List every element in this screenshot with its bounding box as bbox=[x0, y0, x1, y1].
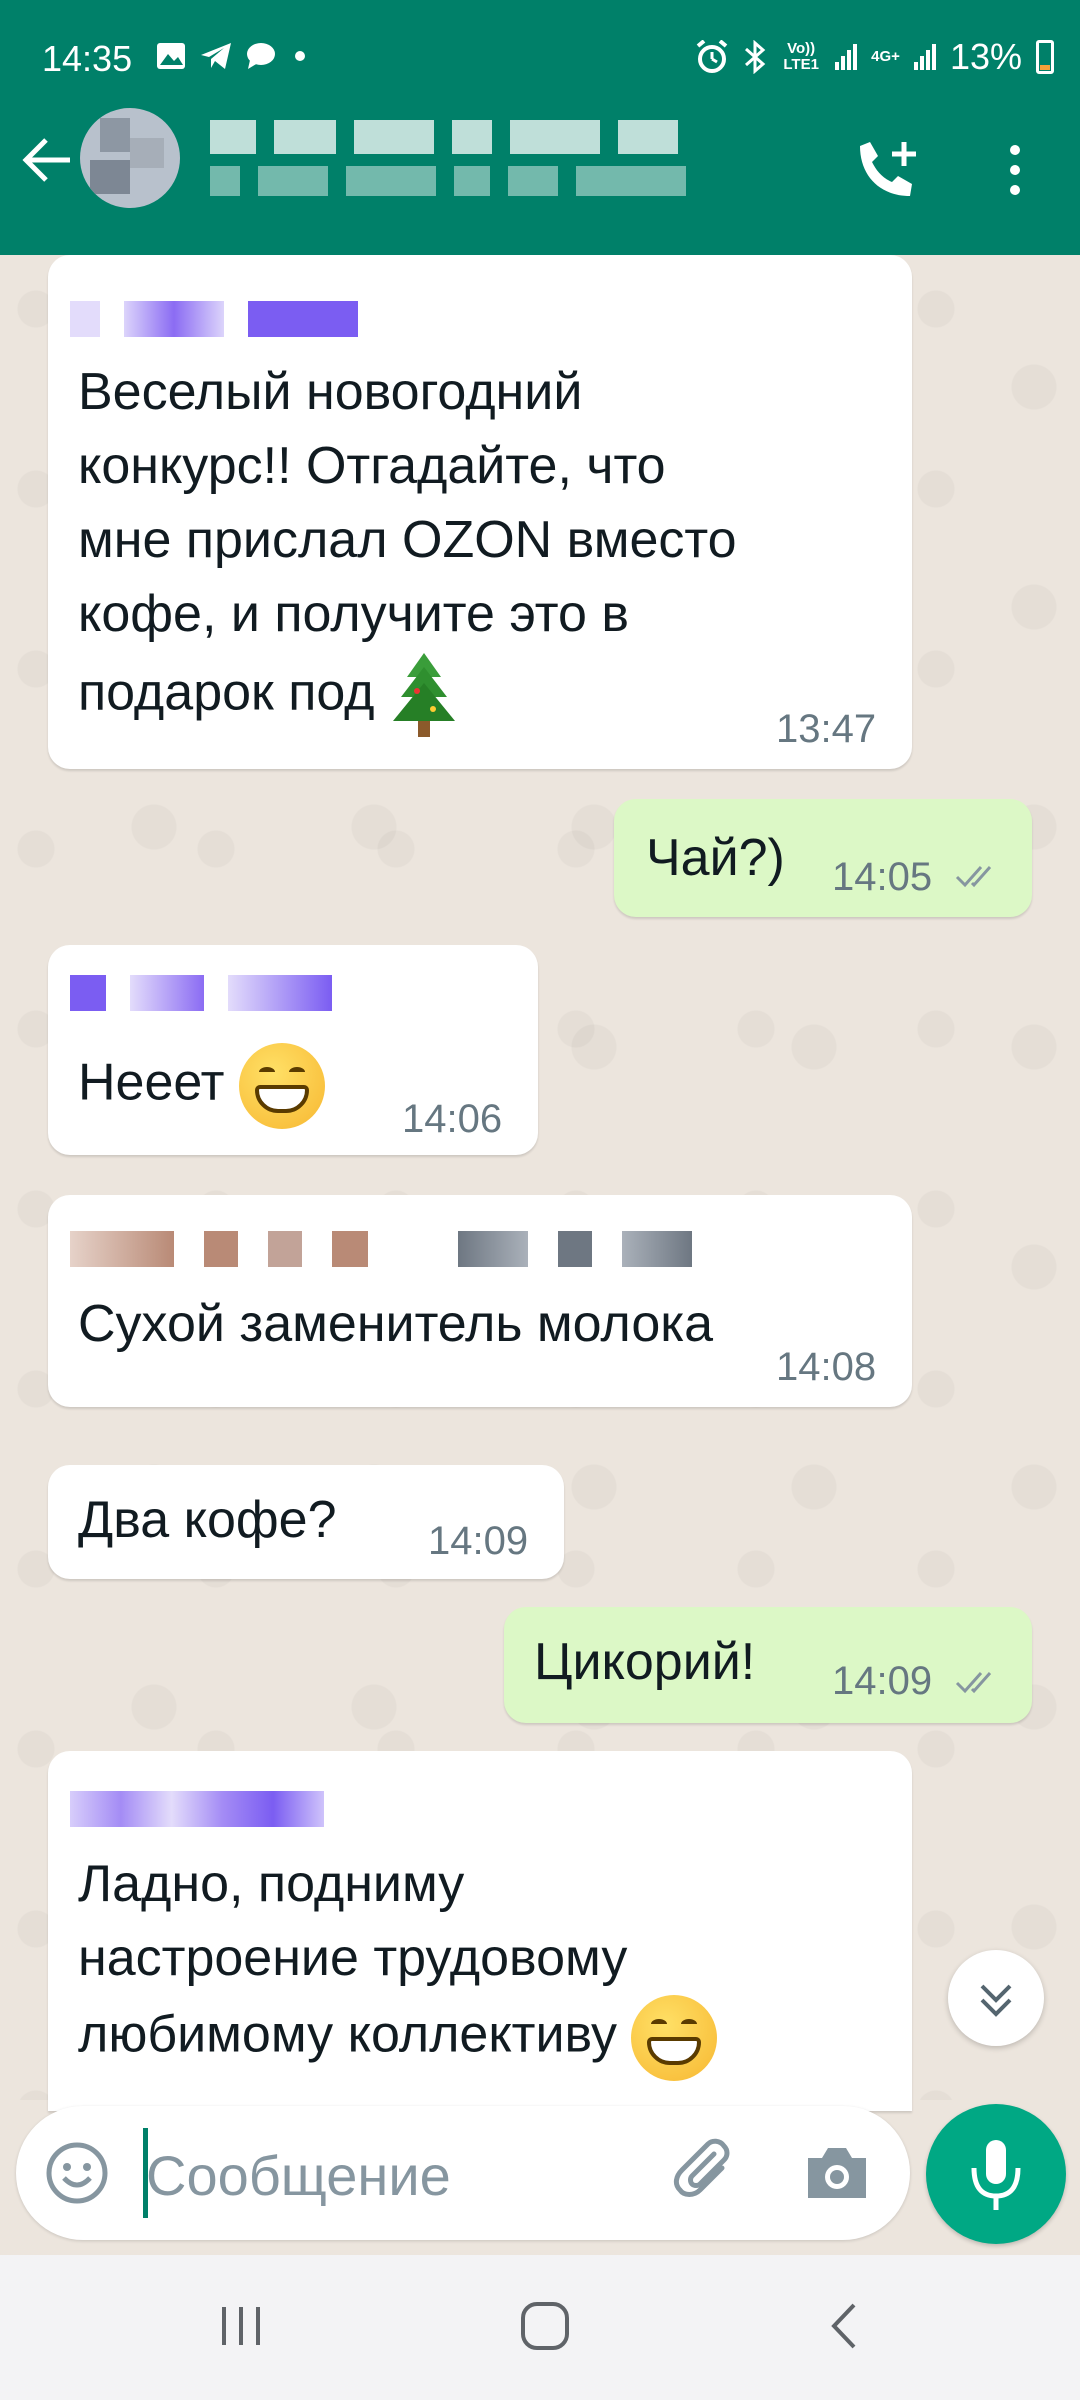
message-time: 14:08 bbox=[776, 1345, 877, 1389]
sender-name-blurred bbox=[70, 1231, 692, 1267]
message-input[interactable] bbox=[146, 2135, 646, 2215]
message-bubble-outgoing[interactable]: Цикорий! 14:09 bbox=[504, 1607, 1032, 1723]
notification-icons bbox=[156, 42, 310, 70]
message-time: 14:09 bbox=[428, 1519, 529, 1563]
message-time: 14:06 bbox=[402, 1097, 503, 1141]
message-time: 14:09 bbox=[832, 1659, 933, 1703]
home-icon[interactable] bbox=[518, 2299, 572, 2353]
message-bubble-incoming[interactable]: Нееет 14:06 bbox=[48, 945, 538, 1155]
message-text: Нееет bbox=[78, 1043, 325, 1129]
network-label-1: Vo)) LTE1 bbox=[783, 40, 819, 73]
christmas-tree-icon bbox=[392, 653, 455, 737]
read-receipt-icon bbox=[955, 1672, 992, 1694]
network-label-2: 4G+ bbox=[871, 48, 900, 65]
message-bubble-incoming[interactable]: Ладно, подниму настроение трудовому люби… bbox=[48, 1751, 912, 2111]
message-text: Чай?) bbox=[646, 829, 785, 887]
bluetooth-icon bbox=[745, 40, 766, 74]
contact-name-blurred bbox=[210, 120, 770, 154]
grinning-face-icon bbox=[631, 1995, 718, 2081]
status-bar: 14:35 Vo)) LTE1 4G+ 13% bbox=[0, 0, 1080, 125]
message-bubble-outgoing[interactable]: Чай?) 14:05 bbox=[614, 799, 1032, 917]
message-bubble-incoming[interactable]: Веселый новогодний конкурс!! Отгадайте, … bbox=[48, 255, 912, 769]
mic-icon bbox=[971, 2140, 1021, 2210]
gallery-icon bbox=[157, 43, 185, 69]
message-time: 14:05 bbox=[832, 855, 933, 899]
contact-avatar[interactable] bbox=[80, 108, 180, 208]
system-icons: Vo)) LTE1 4G+ 13% bbox=[695, 36, 1054, 78]
double-chevron-down-icon bbox=[980, 1984, 1012, 2017]
message-text: Ладно, подниму настроение трудовому люби… bbox=[78, 1847, 898, 2081]
battery-percent: 13% bbox=[949, 36, 1022, 77]
message-text: Веселый новогодний конкурс!! Отгадайте, … bbox=[78, 355, 878, 741]
read-receipt-icon bbox=[955, 866, 992, 888]
message-time: 13:47 bbox=[776, 707, 877, 751]
chat-bubble-icon bbox=[247, 43, 275, 69]
sender-name-blurred bbox=[70, 1791, 324, 1827]
dot-icon bbox=[295, 51, 305, 61]
message-bubble-incoming[interactable]: Два кофе? 14:09 bbox=[48, 1465, 564, 1579]
sender-name-blurred bbox=[70, 301, 358, 337]
emoji-icon[interactable] bbox=[44, 2140, 110, 2206]
status-time: 14:35 bbox=[42, 38, 133, 79]
message-text: Два кофе? bbox=[78, 1491, 337, 1549]
contact-title[interactable] bbox=[210, 120, 770, 230]
signal-icon bbox=[835, 44, 858, 70]
system-navigation-bar bbox=[0, 2255, 1080, 2400]
back-icon[interactable] bbox=[824, 2301, 864, 2351]
telegram-icon bbox=[201, 43, 231, 69]
message-text: Цикорий! bbox=[534, 1633, 756, 1691]
attach-icon[interactable] bbox=[672, 2138, 742, 2208]
scroll-to-bottom-button[interactable] bbox=[948, 1950, 1044, 2046]
recent-apps-icon[interactable] bbox=[214, 2301, 268, 2351]
message-bubble-incoming[interactable]: Сухой заменитель молока 14:08 bbox=[48, 1195, 912, 1407]
back-arrow-icon[interactable] bbox=[18, 130, 78, 190]
message-text: Сухой заменитель молока bbox=[78, 1295, 714, 1353]
mic-button[interactable] bbox=[926, 2104, 1066, 2244]
sender-name-blurred bbox=[70, 975, 332, 1011]
camera-icon[interactable] bbox=[804, 2144, 870, 2202]
alarm-icon bbox=[696, 40, 728, 73]
battery-icon bbox=[1036, 40, 1054, 74]
add-call-icon[interactable] bbox=[852, 138, 922, 204]
grinning-face-icon bbox=[238, 1043, 325, 1129]
signal-icon-2 bbox=[913, 44, 936, 70]
chat-messages[interactable]: Веселый новогодний конкурс!! Отгадайте, … bbox=[0, 255, 1080, 2111]
contact-status-blurred bbox=[210, 166, 770, 200]
more-vert-icon[interactable] bbox=[1000, 140, 1030, 200]
